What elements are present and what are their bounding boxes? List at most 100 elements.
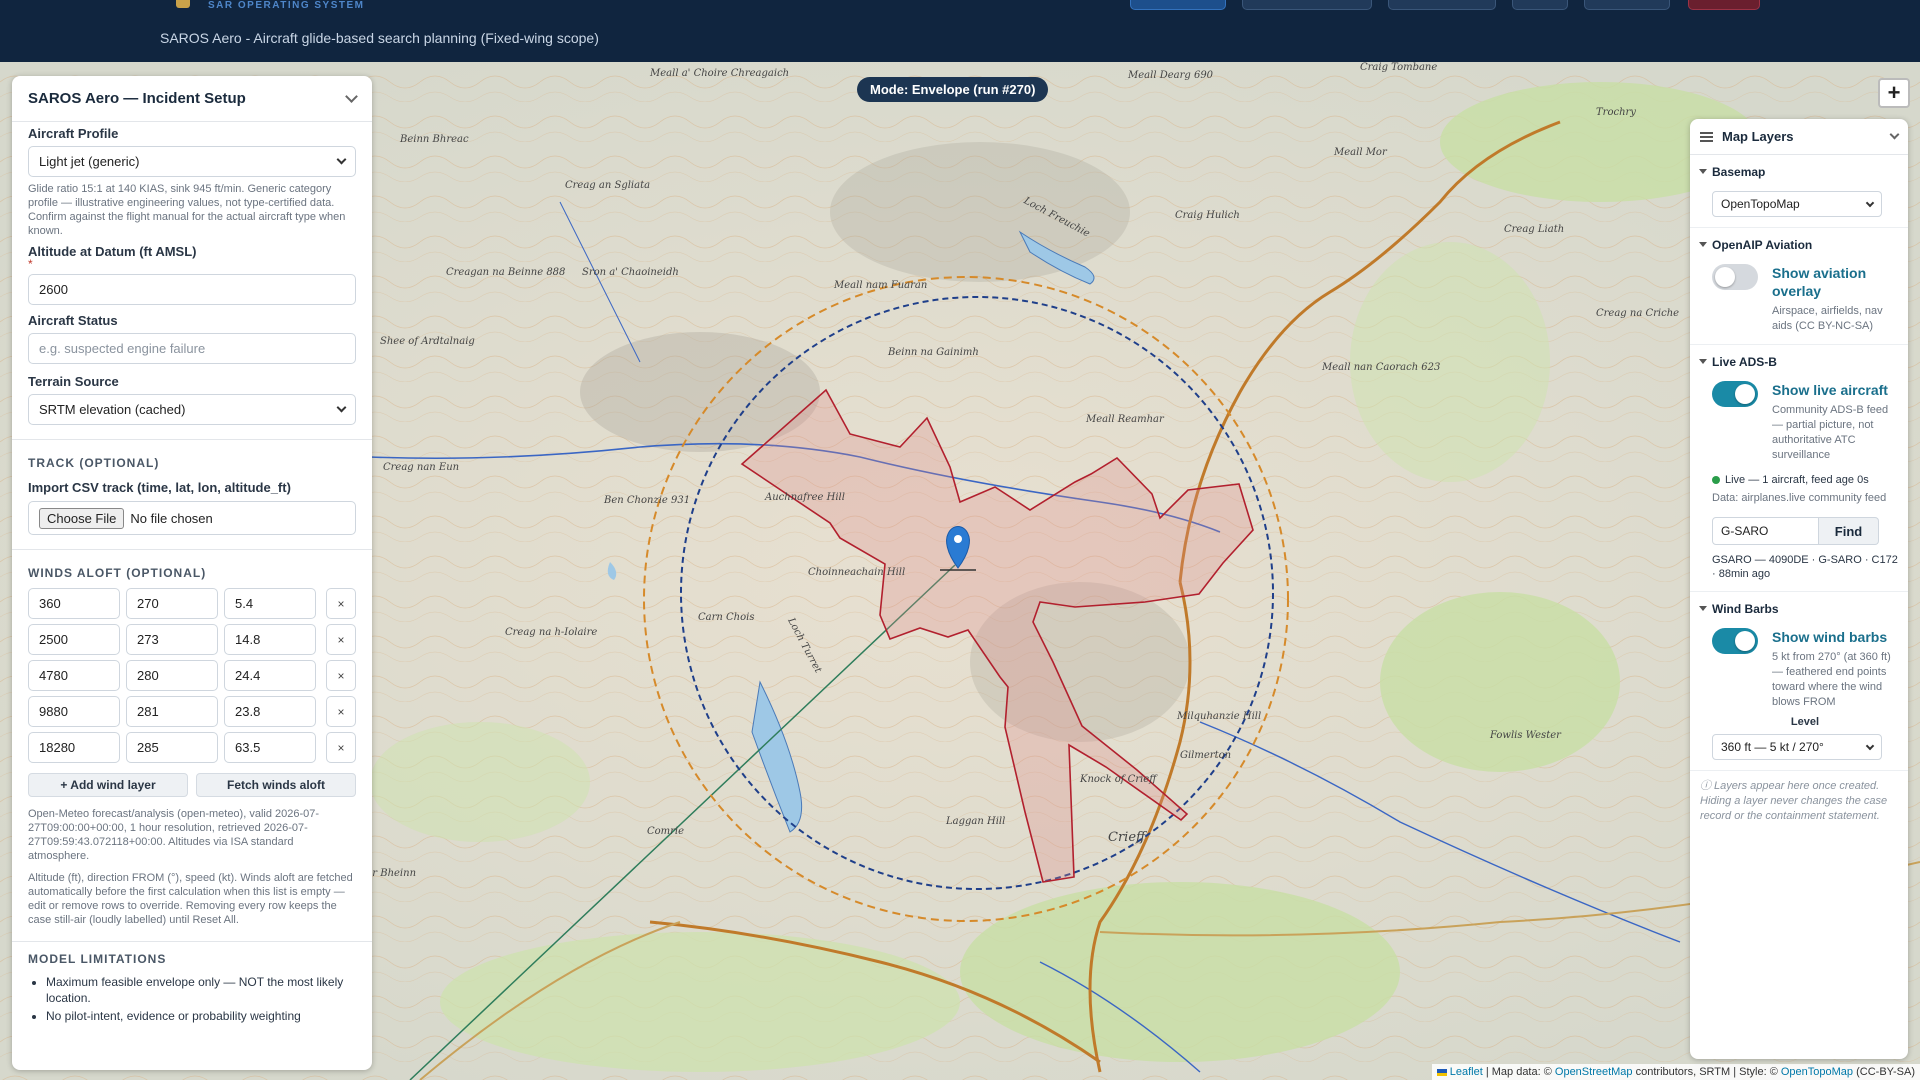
place-label: Trochry [1596,107,1636,118]
remove-wind-button[interactable]: × [326,660,356,691]
place-label: Laggan Hill [946,816,1006,827]
place-label: Creag nan Eun [383,462,460,473]
incident-setup-header[interactable]: SAROS Aero — Incident Setup [12,76,372,122]
wind-altitude-input[interactable]: 360 [28,588,120,619]
section-divider [12,941,372,942]
add-wind-layer-button[interactable]: + Add wind layer [28,773,188,797]
place-label: Craig Tombane [1360,62,1438,73]
wind-altitude-input[interactable]: 4780 [28,660,120,691]
place-label: Auchnafree Hill [765,492,845,503]
level-select[interactable]: 360 ft — 5 kt / 270° [1712,734,1882,760]
leaflet-link[interactable]: Leaflet [1450,1066,1483,1078]
place-label: Sron a' Chaoineidh [582,267,679,278]
wind-speed-input[interactable]: 14.8 [224,624,316,655]
wind-direction-input[interactable]: 280 [126,660,218,691]
track-file-input[interactable]: Choose File No file chosen [28,501,356,535]
openaip-section: OpenAIP Aviation Show aviation overlay A… [1690,228,1908,345]
remove-wind-button[interactable]: × [326,732,356,763]
zoom-in-button[interactable]: + [1878,78,1910,108]
aircraft-profile-select[interactable]: Light jet (generic) [28,146,356,177]
attribution-text-3: (CC-BY-SA) [1856,1066,1915,1078]
wind-altitude-input[interactable]: 9880 [28,696,120,727]
attribution-text-1: | Map data: © [1485,1066,1552,1078]
find-result: GSARO — 4090DE · G-SARO · C172 · 88min a… [1712,554,1898,580]
wind-barbs-title[interactable]: Wind Barbs [1699,602,1898,616]
aviation-overlay-label: Show aviation overlay [1772,265,1867,299]
chevron-down-icon [1865,741,1875,750]
wind-direction-input[interactable]: 270 [126,588,218,619]
wind-speed-input[interactable]: 24.4 [224,660,316,691]
incident-setup-panel: SAROS Aero — Incident Setup Aircraft Pro… [12,76,372,1070]
wind-speed-input[interactable]: 63.5 [224,732,316,763]
aircraft-search-input[interactable]: G-SARO [1712,517,1819,545]
adsb-source: Data: airplanes.live community feed [1712,492,1887,504]
aircraft-profile-label: Aircraft Profile [28,126,119,141]
header-button-primary[interactable] [1130,0,1226,10]
wind-direction-input[interactable]: 285 [126,732,218,763]
section-divider [12,549,372,550]
place-label: Meall Reamhar [1086,414,1164,425]
remove-wind-button[interactable]: × [326,588,356,619]
header-button-danger[interactable] [1688,0,1760,10]
place-label: Meall nam Fuaran [834,280,928,291]
wind-row: 2500 273 14.8 × [28,624,356,655]
choose-file-button[interactable]: Choose File [39,507,125,529]
wind-row: 4780 280 24.4 × [28,660,356,691]
wind-barbs-toggle[interactable] [1712,628,1758,654]
section-divider [12,439,372,440]
level-label: Level [1790,716,1820,728]
wind-row: 18280 285 63.5 × [28,732,356,763]
wind-direction-input[interactable]: 273 [126,624,218,655]
header-button-4[interactable] [1512,0,1568,10]
basemap-select[interactable]: OpenTopoMap [1712,191,1882,217]
limitation-item: No pilot-intent, evidence or probability… [46,1008,356,1024]
place-label: Shee of Ardtalnaig [380,336,475,347]
adsb-status-text: Live — 1 aircraft, feed age 0s [1725,474,1869,486]
limitations-list: Maximum feasible envelope only — NOT the… [28,974,356,1024]
wind-altitude-input[interactable]: 2500 [28,624,120,655]
remove-wind-button[interactable]: × [326,624,356,655]
adsb-status: Live — 1 aircraft, feed age 0s [1712,473,1898,487]
header-button-3[interactable] [1388,0,1496,10]
header-button-5[interactable] [1584,0,1670,10]
place-label: Beinn Bhreac [400,134,469,145]
aviation-overlay-desc: Airspace, airfields, nav aids (CC BY-NC-… [1772,305,1883,332]
wind-speed-input[interactable]: 23.8 [224,696,316,727]
limitation-item: Maximum feasible envelope only — NOT the… [46,974,356,1006]
wind-barbs-label: Show wind barbs [1772,629,1888,645]
wind-altitude-input[interactable]: 18280 [28,732,120,763]
no-file-text: No file chosen [130,510,213,526]
map-layers-header[interactable]: Map Layers [1690,119,1908,155]
remove-wind-button[interactable]: × [326,696,356,727]
place-label: Gilmerton [1180,750,1232,761]
collapse-chevron-icon[interactable] [1889,129,1900,140]
chevron-down-icon [1865,198,1875,207]
track-section-heading: TRACK (OPTIONAL) [28,456,160,470]
wind-row: 360 270 5.4 × [28,588,356,619]
openaip-title[interactable]: OpenAIP Aviation [1699,238,1898,252]
fetch-winds-button[interactable]: Fetch winds aloft [196,773,356,797]
place-label: Meall Mor [1334,147,1387,158]
place-label: Beinn na Gainimh [888,347,979,358]
osm-link[interactable]: OpenStreetMap [1555,1066,1633,1078]
altitude-input[interactable]: 2600 [28,274,356,305]
header-button-2[interactable] [1242,0,1372,10]
wind-direction-input[interactable]: 281 [126,696,218,727]
adsb-title[interactable]: Live ADS-B [1699,355,1898,369]
aircraft-status-input[interactable]: e.g. suspected engine failure [28,333,356,364]
aviation-overlay-toggle[interactable] [1712,264,1758,290]
place-label: Knock of Crieff [1080,774,1157,785]
find-aircraft-button[interactable]: Find [1819,517,1879,545]
wind-speed-input[interactable]: 5.4 [224,588,316,619]
opentopomap-link[interactable]: OpenTopoMap [1781,1066,1853,1078]
panel-title: SAROS Aero — Incident Setup [28,90,246,107]
place-label: Comrie [647,826,685,837]
collapse-chevron-icon[interactable] [345,90,358,103]
live-aircraft-toggle[interactable] [1712,381,1758,407]
map-attribution: Leaflet | Map data: © OpenStreetMap cont… [1431,1064,1920,1080]
terrain-source-select[interactable]: SRTM elevation (cached) [28,394,356,425]
place-label: Fowlis Wester [1490,730,1561,741]
basemap-title[interactable]: Basemap [1699,165,1898,179]
aircraft-profile-note: Glide ratio 15:1 at 140 KIAS, sink 945 f… [28,183,346,237]
level-value: 360 ft — 5 kt / 270° [1721,740,1824,754]
